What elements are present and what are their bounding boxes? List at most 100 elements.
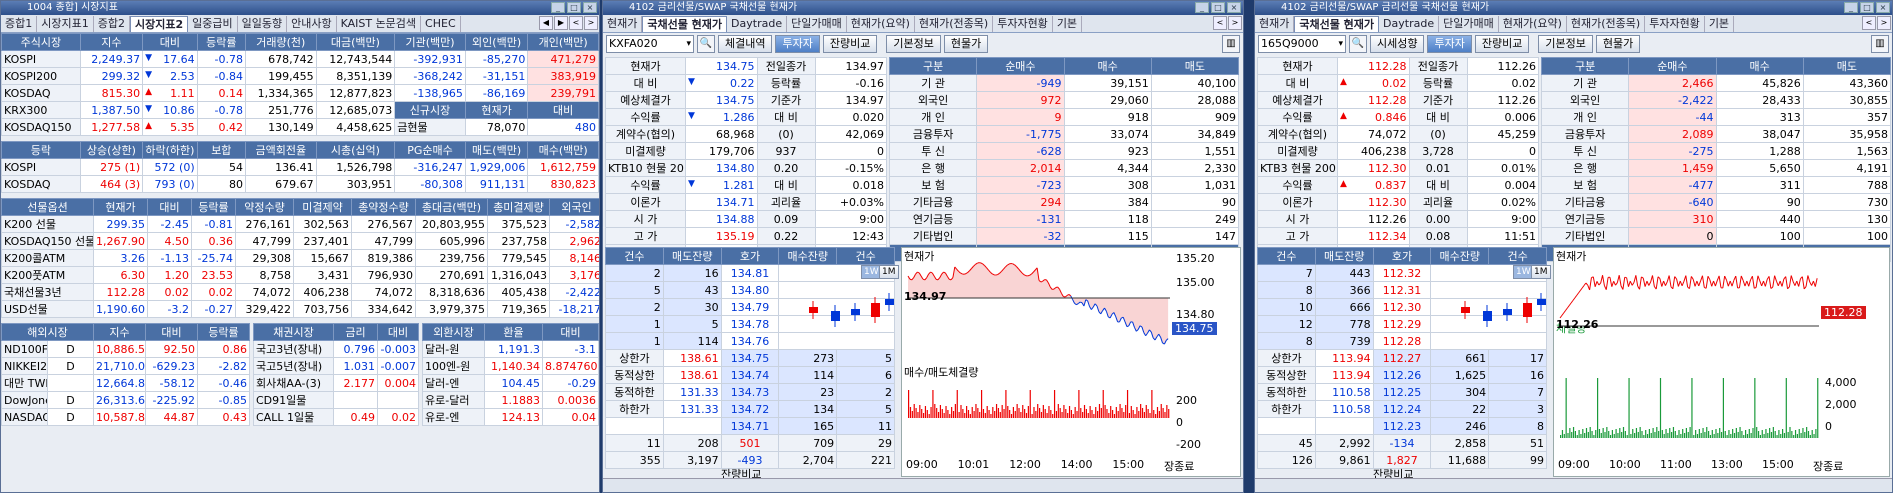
tab-6[interactable]: 안내사항 (287, 16, 337, 32)
table-row[interactable]: 금융투자 2,089 38,047 35,958 (1540, 125, 1892, 143)
table-row[interactable]: 보 험 -723 308 1,031 (888, 176, 1240, 194)
tab-6[interactable]: 투자자현황 (1645, 16, 1705, 32)
close-icon[interactable]: × (583, 2, 597, 13)
bid-row[interactable]: 동적상한 138.61 134.74 114 6 (605, 366, 895, 384)
tab-8[interactable]: CHEC (421, 16, 461, 32)
tab-7[interactable]: 기본 (1053, 16, 1083, 32)
toolbar-button-1[interactable]: 투자자 (1427, 35, 1472, 53)
table-row[interactable]: KOSPI 275 (1) 572 (0) 54 136.41 1,526,798 -316… (1, 158, 599, 176)
table-row[interactable]: 개 인 -44 313 357 (1540, 108, 1892, 126)
table-row[interactable]: 유로-엔 124.13 0.04 (422, 408, 599, 426)
tab-1[interactable]: 시장지표1 (37, 16, 94, 32)
tab-0[interactable]: 현재가 (603, 16, 643, 32)
product-code-input[interactable]: 165Q9000 (1258, 35, 1346, 53)
table-row[interactable]: 달러-원 1,191.3 -3.1 (422, 340, 599, 358)
tab-2[interactable]: Daytrade (1379, 16, 1440, 32)
table-row[interactable]: 외국인 972 29,060 28,088 (888, 91, 1240, 109)
tab-3[interactable]: 단일가매매 (787, 16, 847, 32)
tab-1[interactable]: 국채선물 현재가 (1294, 16, 1380, 32)
tab-4[interactable]: 현재가(요약) (1499, 16, 1567, 32)
table-row[interactable]: ND100F(E)D10,886.5092.500.86 (1, 340, 250, 358)
table-row[interactable]: 연기금등 310 440 130 (1540, 210, 1892, 228)
bid-row[interactable]: 112.23 246 8 (1257, 417, 1547, 435)
table-row[interactable]: KOSDAQ1501,277.585.350.42130,1494,458,62… (1, 118, 599, 136)
tab-scroll-icon[interactable]: > (1877, 16, 1891, 30)
table-row[interactable]: 금융투자 -1,775 33,074 34,849 (888, 125, 1240, 143)
table-row[interactable]: KOSPI200299.322.53-0.84199,4558,351,139-… (1, 67, 599, 85)
maximize-icon[interactable]: □ (1860, 2, 1874, 13)
table-row[interactable]: 투 신 -628 923 1,551 (888, 142, 1240, 160)
table-row[interactable]: USD선물 1,190.60 -3.2 -0.27 329,422 703,756 334,… (1, 300, 599, 318)
bid-row[interactable]: 하한가 131.33 134.72 134 5 (605, 400, 895, 418)
tab-scroll-icon[interactable]: < (569, 16, 583, 30)
tab-scroll-icon[interactable]: > (584, 16, 598, 30)
tab-scroll-icon[interactable]: > (1228, 16, 1242, 30)
table-row[interactable]: CALL 1일물 0.49 0.02 (253, 408, 419, 426)
table-row[interactable]: 100엔-원 1,140.34 8.874760 (422, 357, 599, 375)
table-row[interactable]: 기타법인 0 100 100 (1540, 227, 1892, 245)
bid-row[interactable]: 동적상한 113.94 112.26 1,625 16 (1257, 366, 1547, 384)
table-row[interactable]: KOSPI2,249.3717.64-0.78678,74212,743,544… (1, 50, 599, 68)
toolbar-button-3[interactable]: 기본정보 (1538, 35, 1593, 53)
window-title-bar[interactable]: 1004 종합] 시장지표 _ □ × (1, 1, 599, 15)
close-icon[interactable]: × (1227, 2, 1241, 13)
tab-5[interactable]: 현재가(전종목) (1567, 16, 1646, 32)
tab-scroll-icon[interactable]: ▶ (554, 16, 568, 30)
price-chart[interactable]: 현재가 매수/매도체결량 135.20 135.00 134.80 200 0 -200 134… (901, 247, 1241, 477)
maximize-icon[interactable]: □ (1211, 2, 1225, 13)
tab-0[interactable]: 증합1 (1, 16, 38, 32)
tab-4[interactable]: 일중급비 (188, 16, 238, 32)
table-row[interactable]: K200풋ATM 6.30 1.20 23.53 8,758 3,431 796,930 27… (1, 266, 599, 284)
table-row[interactable]: KOSDAQ 464 (3) 793 (0) 80 679.67 303,951 -80,3… (1, 175, 599, 193)
table-row[interactable]: 연기금등 -131 118 249 (888, 210, 1240, 228)
toolbar-button-1[interactable]: 투자자 (775, 35, 820, 53)
tab-2[interactable]: 증합2 (94, 16, 130, 32)
table-row[interactable]: KOSDAQ150 선물 1,267.90 4.50 0.36 47,799 237,40… (1, 232, 599, 250)
table-row[interactable]: 기타법인 -32 115 147 (888, 227, 1240, 245)
chart-icon[interactable]: ▥ (1222, 35, 1240, 53)
period-1m-button[interactable]: 1M (879, 265, 899, 279)
tab-6[interactable]: 투자자현황 (993, 16, 1053, 32)
table-row[interactable]: NASDAQD10,587.8144.870.43 (1, 408, 250, 426)
horizontal-scrollbar[interactable] (603, 478, 1243, 492)
window-title-bar[interactable]: 4102 금리선물/SWAP 금리선물 국채선물 현재가 _ □ × (1255, 1, 1892, 15)
table-row[interactable]: NIKKEI225D21,710.00-629.23-2.82 (1, 357, 250, 375)
chart-icon[interactable]: ▥ (1871, 35, 1889, 53)
table-row[interactable]: 기 관 2,466 45,826 43,360 (1540, 74, 1892, 92)
tab-scroll-icon[interactable]: < (1862, 16, 1876, 30)
bid-row[interactable]: 하한가 110.58 112.24 22 3 (1257, 400, 1547, 418)
tab-5[interactable]: 현재가(전종목) (915, 16, 994, 32)
table-row[interactable]: 기타금융 -640 90 730 (1540, 193, 1892, 211)
tab-scroll-icon[interactable]: ◀ (539, 16, 553, 30)
table-row[interactable]: 국고3년(장내) 0.796 -0.003 (253, 340, 419, 358)
period-1m-button[interactable]: 1M (1531, 265, 1551, 279)
table-row[interactable]: 유로-달러 1.1883 0.0036 (422, 391, 599, 409)
maximize-icon[interactable]: □ (567, 2, 581, 13)
tab-5[interactable]: 일일동향 (238, 16, 288, 32)
tab-7[interactable]: 기본 (1705, 16, 1735, 32)
tab-3[interactable]: 단일가매매 (1439, 16, 1499, 32)
table-row[interactable]: KOSDAQ815.301.110.141,334,36512,877,823-… (1, 84, 599, 102)
minimize-icon[interactable]: _ (551, 2, 565, 13)
horizontal-scrollbar[interactable] (1255, 478, 1892, 492)
tab-3[interactable]: 시장지표2 (129, 16, 189, 32)
price-chart[interactable]: 현재가체결량112.304,0002,0000112.28112.2609:00… (1553, 247, 1890, 477)
table-row[interactable]: 기 관 -949 39,151 40,100 (888, 74, 1240, 92)
table-row[interactable]: K200 선물 299.35 -2.45 -0.81 276,161 302,563 276… (1, 215, 599, 233)
table-row[interactable]: 대만 TWI 12,664.80-58.12-0.46 (1, 374, 250, 392)
tab-1[interactable]: 국채선물 현재가 (642, 16, 728, 32)
table-row[interactable]: 외국인 -2,422 28,433 30,855 (1540, 91, 1892, 109)
search-icon[interactable]: 🔍 (697, 35, 715, 53)
toolbar-button-0[interactable]: 시세성향 (1370, 35, 1425, 53)
bid-row[interactable]: 동적하한 110.58 112.25 304 7 (1257, 383, 1547, 401)
table-row[interactable]: 보 험 -477 311 788 (1540, 176, 1892, 194)
table-row[interactable]: 개 인 9 918 909 (888, 108, 1240, 126)
table-row[interactable]: CD91일물 (253, 391, 419, 409)
bid-row[interactable]: 상한가 138.61 134.75 273 5 (605, 349, 895, 367)
table-row[interactable]: 회사채AA-(3) 2.177 0.004 (253, 374, 419, 392)
toolbar-button-3[interactable]: 기본정보 (886, 35, 941, 53)
toolbar-button-2[interactable]: 잔량비교 (1474, 35, 1530, 53)
toolbar-button-0[interactable]: 체결내역 (718, 35, 773, 53)
tab-7[interactable]: KAIST 논문검색 (337, 16, 422, 32)
tab-0[interactable]: 현재가 (1255, 16, 1295, 32)
